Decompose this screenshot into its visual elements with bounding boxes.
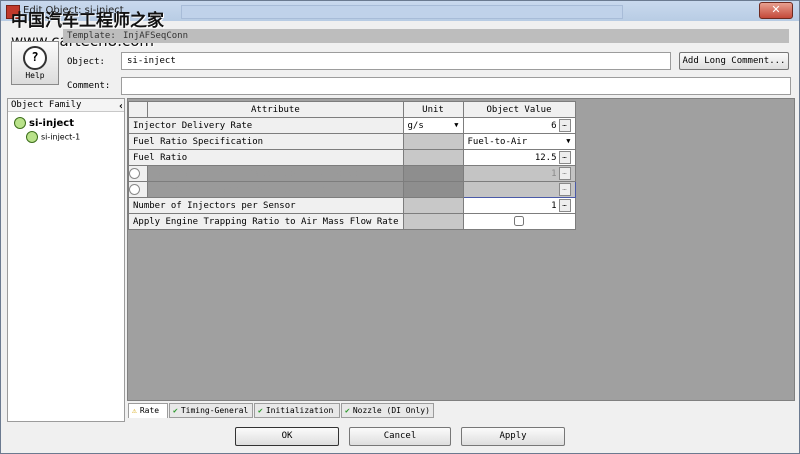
tab-nozzle[interactable]: ✔ Nozzle (DI Only) — [341, 403, 434, 418]
row-radio[interactable] — [127, 165, 149, 182]
table-row: Apply Engine Trapping Ratio to Air Mass … — [128, 213, 576, 230]
column-header-attribute: Attribute — [147, 101, 404, 118]
add-long-comment-button[interactable]: Add Long Comment... — [679, 52, 789, 70]
part-icon — [14, 117, 26, 129]
table-row: Part Name for Air Mass Flow Rate Sensor … — [127, 165, 576, 182]
collapse-panel-icon[interactable]: ‹ — [118, 101, 124, 112]
chevron-down-icon: ▼ — [566, 136, 571, 145]
ellipsis-button[interactable]: … — [558, 183, 571, 196]
comment-field[interactable] — [121, 77, 791, 95]
attribute-cell: Number of Injectors per Sensor — [128, 197, 404, 214]
ok-button[interactable]: OK — [235, 427, 339, 446]
attribute-cell: RLT for Air Mass Flow Rate Sensor — [147, 181, 404, 198]
help-button[interactable]: ? Help — [11, 41, 59, 85]
table-row: Fuel Ratio Specification Fuel-to-Air ▼ — [128, 133, 576, 150]
grid-header-row: Attribute Unit Object Value — [127, 101, 576, 118]
unit-cell — [402, 197, 464, 214]
value-cell: 1… — [462, 165, 576, 182]
value-text: 12.5 — [534, 153, 557, 163]
check-icon: ✔ — [258, 406, 263, 415]
unit-cell — [402, 165, 464, 182]
template-value: InjAFSeqConn — [123, 31, 189, 41]
close-button[interactable]: ✕ — [759, 2, 793, 19]
cancel-button[interactable]: Cancel — [349, 427, 451, 446]
unit-cell — [402, 133, 464, 150]
row-selector-header — [127, 101, 149, 118]
object-label: Object: — [67, 57, 105, 67]
ellipsis-button: … — [558, 167, 571, 180]
tab-label: Initialization — [265, 406, 334, 415]
value-text: 1 — [551, 169, 557, 179]
value-cell[interactable]: 6… — [462, 117, 576, 134]
tab-label: Timing-General — [180, 406, 249, 415]
check-icon: ✔ — [345, 406, 350, 415]
attribute-grid: Attribute Unit Object Value Injector Del… — [127, 101, 576, 230]
unit-value: g/s — [407, 120, 424, 131]
attribute-cell: Fuel Ratio Specification — [128, 133, 404, 150]
object-family-header: Object Family — [8, 99, 124, 112]
object-family-panel: Object Family si-inject si-inject-1 — [7, 98, 125, 422]
edit-object-window: Edit Object: si-inject ✕ 中国汽车工程师之家 www.c… — [0, 0, 800, 454]
ellipsis-button[interactable]: … — [558, 199, 571, 212]
attribute-cell: Part Name for Air Mass Flow Rate Sensor — [147, 165, 404, 182]
column-header-value: Object Value — [462, 101, 576, 118]
attribute-cell: Apply Engine Trapping Ratio to Air Mass … — [128, 213, 404, 230]
tab-label: Nozzle (DI Only) — [352, 406, 430, 415]
tab-initialization[interactable]: ✔ Initialization — [254, 403, 340, 418]
ellipsis-button[interactable]: … — [558, 119, 571, 132]
tab-rate[interactable]: ⚠ Rate — [128, 403, 168, 418]
column-header-unit: Unit — [402, 101, 464, 118]
tree-item-child[interactable]: si-inject-1 — [26, 131, 80, 143]
template-label: Template: — [67, 31, 116, 41]
trapping-ratio-checkbox[interactable] — [514, 216, 525, 227]
tree-item-root[interactable]: si-inject — [14, 117, 74, 129]
chevron-down-icon: ▼ — [454, 120, 459, 129]
attribute-cell: Injector Delivery Rate — [128, 117, 404, 134]
radio-icon — [129, 168, 140, 179]
ellipsis-button[interactable]: … — [558, 151, 571, 164]
apply-button[interactable]: Apply — [461, 427, 565, 446]
attribute-cell: Fuel Ratio — [128, 149, 404, 166]
help-icon: ? — [23, 46, 47, 70]
help-label: Help — [25, 71, 45, 80]
table-row: Injector Delivery Rate g/s ▼ 6… — [128, 117, 576, 134]
value-cell[interactable]: 12.5… — [462, 149, 576, 166]
unit-cell — [402, 181, 464, 198]
value-cell[interactable]: 1… — [462, 197, 576, 214]
unit-dropdown[interactable]: g/s ▼ — [402, 117, 464, 134]
value-cell — [462, 213, 576, 230]
comment-label: Comment: — [67, 81, 111, 91]
row-radio[interactable] — [127, 181, 149, 198]
value-text: 6 — [551, 121, 557, 131]
tree-root-label: si-inject — [29, 118, 74, 129]
value-text: 1 — [551, 201, 557, 211]
value-text: Fuel-to-Air — [467, 136, 528, 147]
unit-cell — [402, 213, 464, 230]
part-icon — [26, 131, 38, 143]
title-bar-strip — [181, 5, 623, 19]
value-dropdown[interactable]: Fuel-to-Air ▼ — [462, 133, 576, 150]
tab-timing-general[interactable]: ✔ Timing-General — [169, 403, 253, 418]
table-row: RLT for Air Mass Flow Rate Sensor … — [127, 181, 576, 198]
check-icon: ✔ — [173, 406, 178, 415]
unit-cell — [402, 149, 464, 166]
tree-child-label: si-inject-1 — [41, 132, 81, 142]
table-row: Fuel Ratio 12.5… — [128, 149, 576, 166]
watermark-chinese: 中国汽车工程师之家 — [11, 11, 164, 31]
table-row: Number of Injectors per Sensor 1… — [128, 197, 576, 214]
radio-icon — [129, 184, 140, 195]
value-cell[interactable]: … — [462, 181, 576, 198]
tab-label: Rate — [139, 406, 160, 415]
object-name-field[interactable]: si-inject — [121, 52, 671, 70]
warning-icon: ⚠ — [132, 406, 137, 415]
